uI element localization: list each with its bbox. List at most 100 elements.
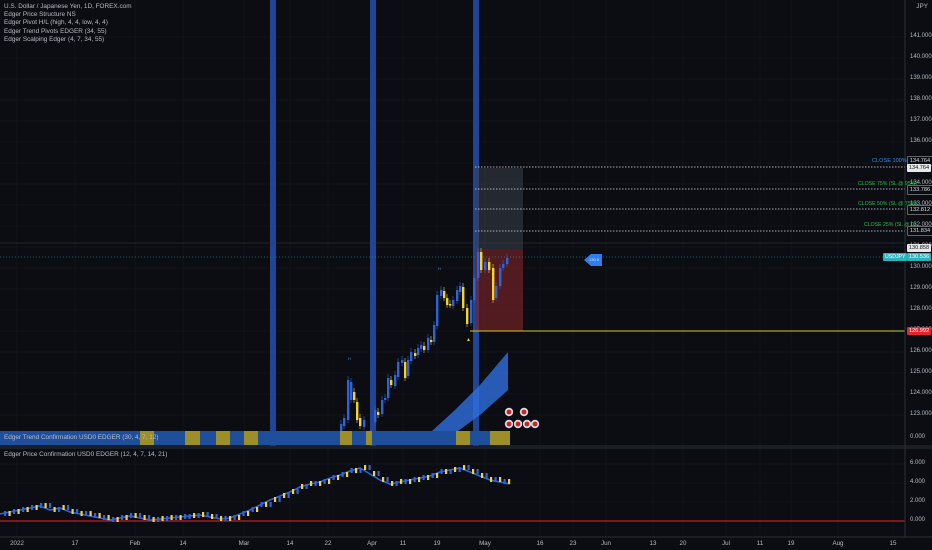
confirmation-bar [404, 479, 407, 484]
confirmation-bar [481, 473, 484, 478]
confirmation-bar [256, 507, 259, 512]
legend-item[interactable]: Edger Price Structure NS [4, 11, 132, 19]
confirmation-bar [202, 512, 205, 517]
confirmation-bar [409, 479, 412, 484]
confirmation-bar [328, 479, 331, 484]
time-tick: 2022 [10, 540, 24, 547]
chart-canvas[interactable]: H H ▲ [0, 0, 932, 550]
currency-label: JPY [916, 3, 928, 10]
price-tick: 124.000 [910, 390, 932, 396]
confirmation-bar [71, 509, 74, 514]
confirmation-bar [40, 503, 43, 508]
level-label-100: CLOSE 100% [872, 158, 907, 164]
confirmation-bar [224, 516, 227, 521]
confirmation-bar [44, 503, 47, 508]
confirmation-bar [440, 469, 443, 474]
confirmation-bar [211, 514, 214, 519]
confirmation-bar [107, 515, 110, 520]
confirmation-bar [26, 507, 29, 512]
confirmation-bar [184, 514, 187, 519]
trend-segment [230, 431, 244, 445]
confirmation-bar [49, 503, 52, 508]
price-tick: 137.000 [910, 117, 932, 123]
confirmation-series [0, 465, 511, 522]
time-tick: 22 [324, 540, 332, 547]
confirmation-bar [346, 472, 349, 477]
confirmation-bar [17, 509, 20, 514]
confirmation-bar [148, 515, 151, 520]
candle [347, 380, 350, 420]
time-tick: Jul [722, 540, 730, 547]
candle [359, 418, 362, 426]
candle [506, 258, 509, 264]
trend-segment [340, 431, 352, 445]
time-tick: May [479, 540, 491, 547]
time-tick: 15 [889, 540, 897, 547]
candle [387, 378, 390, 398]
confirmation-grid [0, 463, 905, 522]
candle [353, 392, 356, 400]
confirmation-bar [53, 507, 56, 512]
legend-item[interactable]: Edger Pivot H/L (high, 4, 4, low, 4, 4) [4, 19, 132, 27]
confirmation-bar [283, 493, 286, 498]
trend-segment [366, 431, 372, 445]
trend-segment [154, 431, 185, 445]
candle [440, 290, 443, 296]
indicator-legend: U.S. Dollar / Japanese Yen, 1D, FOREX.co… [4, 3, 132, 44]
time-tick: Apr [367, 540, 377, 547]
last-price-box: 130.858 [907, 244, 931, 252]
candle [477, 252, 480, 278]
confirmation-bar [251, 507, 254, 512]
trend-segment [244, 431, 258, 445]
trend-segment [470, 431, 490, 445]
time-tick: 16 [536, 540, 544, 547]
candle [356, 402, 359, 420]
confirmation-bar [62, 505, 65, 510]
flag-icons [504, 407, 540, 429]
confirmation-bar [445, 469, 448, 474]
candle [436, 295, 439, 326]
time-tick: 14 [179, 540, 187, 547]
trend-segment [372, 431, 440, 445]
confirmation-bar [161, 516, 164, 521]
pivot-marker-3: ▲ [466, 337, 471, 343]
confirmation-bar [458, 467, 461, 472]
confirmation-bar [166, 516, 169, 521]
confirmation-bar [382, 477, 385, 482]
confirmation-bar [413, 477, 416, 482]
candle [492, 268, 495, 300]
confirmation-bar [143, 515, 146, 520]
price-tick: 126.000 [910, 348, 932, 354]
panel3-label[interactable]: Edger Price Confirmation USD0 EDGER (12,… [4, 451, 167, 458]
time-tick: Jun [601, 540, 611, 547]
confirmation-bar [134, 513, 137, 518]
confirmation-bar [94, 513, 97, 518]
legend-item[interactable]: Edger Scalping Edger (4, 7, 34, 55) [4, 36, 132, 44]
panel3-tick: 0.000 [910, 517, 926, 523]
symbol-title[interactable]: U.S. Dollar / Japanese Yen, 1D, FOREX.co… [4, 3, 132, 11]
confirmation-bar [193, 513, 196, 518]
legend-item[interactable]: Edger Trend Pivots EDGER (34, 55) [4, 28, 132, 36]
confirmation-bar [112, 517, 115, 522]
candle [456, 290, 459, 301]
stop-price-box: 126.992 [907, 327, 931, 335]
candle [480, 252, 483, 270]
confirmation-bar [98, 513, 101, 518]
confirmation-bar [260, 502, 263, 507]
confirmation-bar [319, 481, 322, 486]
price-box-100b: 134.764 [907, 164, 931, 172]
confirmation-bar [31, 505, 34, 510]
candle [495, 286, 498, 298]
confirmation-bar [76, 509, 79, 514]
confirmation-bar [247, 511, 250, 516]
candle [407, 360, 410, 376]
candle [394, 375, 397, 386]
confirmation-bar [157, 517, 160, 522]
trend-segment [352, 431, 366, 445]
entry-badge-text: 130.5 [589, 257, 600, 262]
panel2-label[interactable]: Edger Trend Confirmation USD0 EDGER (30,… [4, 434, 159, 441]
confirmation-bar [422, 475, 425, 480]
target-zone [475, 168, 523, 249]
candle [488, 262, 491, 270]
trend-segment [216, 431, 230, 445]
